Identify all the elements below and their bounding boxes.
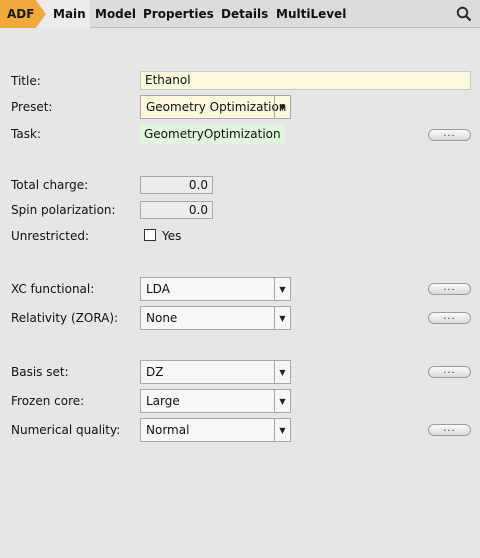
numerical-quality-label: Numerical quality:	[11, 423, 121, 437]
basis-set-value: DZ	[146, 365, 164, 379]
relativity-value: None	[146, 311, 178, 325]
xc-functional-value: LDA	[146, 282, 170, 296]
basis-set-label: Basis set:	[11, 365, 69, 379]
chevron-down-icon: ▼	[274, 390, 290, 412]
tab-model[interactable]: Model	[95, 0, 136, 28]
total-charge-input[interactable]: 0.0	[140, 176, 213, 194]
numerical-quality-more-button[interactable]: ...	[428, 424, 471, 436]
tab-multilevel[interactable]: MultiLevel	[276, 0, 346, 28]
tab-bar: ADF Main Model Properties Details MultiL…	[0, 0, 480, 28]
relativity-select[interactable]: None ▼	[140, 306, 291, 330]
basis-set-select[interactable]: DZ ▼	[140, 360, 291, 384]
preset-select[interactable]: Geometry Optimization ▼	[140, 95, 291, 119]
spin-polarization-input[interactable]: 0.0	[140, 201, 213, 219]
chevron-down-icon: ▼	[274, 278, 290, 300]
task-value: GeometryOptimization	[140, 125, 285, 144]
chevron-down-icon: ▼	[274, 419, 290, 441]
unrestricted-label: Unrestricted:	[11, 229, 90, 243]
relativity-label: Relativity (ZORA):	[11, 311, 119, 325]
frozen-core-select[interactable]: Large ▼	[140, 389, 291, 413]
xc-functional-more-button[interactable]: ...	[428, 283, 471, 295]
total-charge-label: Total charge:	[11, 178, 89, 192]
basis-set-more-button[interactable]: ...	[428, 366, 471, 378]
preset-label: Preset:	[11, 100, 53, 114]
title-input[interactable]: Ethanol	[140, 71, 471, 90]
numerical-quality-select[interactable]: Normal ▼	[140, 418, 291, 442]
unrestricted-checkbox-label[interactable]: Yes	[162, 227, 181, 245]
unrestricted-checkbox[interactable]	[144, 229, 156, 241]
numerical-quality-value: Normal	[146, 423, 190, 437]
tab-properties[interactable]: Properties	[143, 0, 214, 28]
xc-functional-label: XC functional:	[11, 282, 95, 296]
chevron-down-icon: ▼	[274, 361, 290, 383]
spin-polarization-label: Spin polarization:	[11, 203, 116, 217]
frozen-core-label: Frozen core:	[11, 394, 85, 408]
xc-functional-select[interactable]: LDA ▼	[140, 277, 291, 301]
task-more-button[interactable]: ...	[428, 129, 471, 141]
chevron-down-icon: ▼	[274, 307, 290, 329]
frozen-core-value: Large	[146, 394, 180, 408]
chevron-down-icon: ▼	[274, 96, 290, 118]
title-label: Title:	[11, 74, 41, 88]
task-label: Task:	[11, 127, 41, 141]
preset-value: Geometry Optimization	[146, 100, 287, 114]
search-icon[interactable]	[456, 6, 472, 22]
tab-details[interactable]: Details	[221, 0, 268, 28]
relativity-more-button[interactable]: ...	[428, 312, 471, 324]
